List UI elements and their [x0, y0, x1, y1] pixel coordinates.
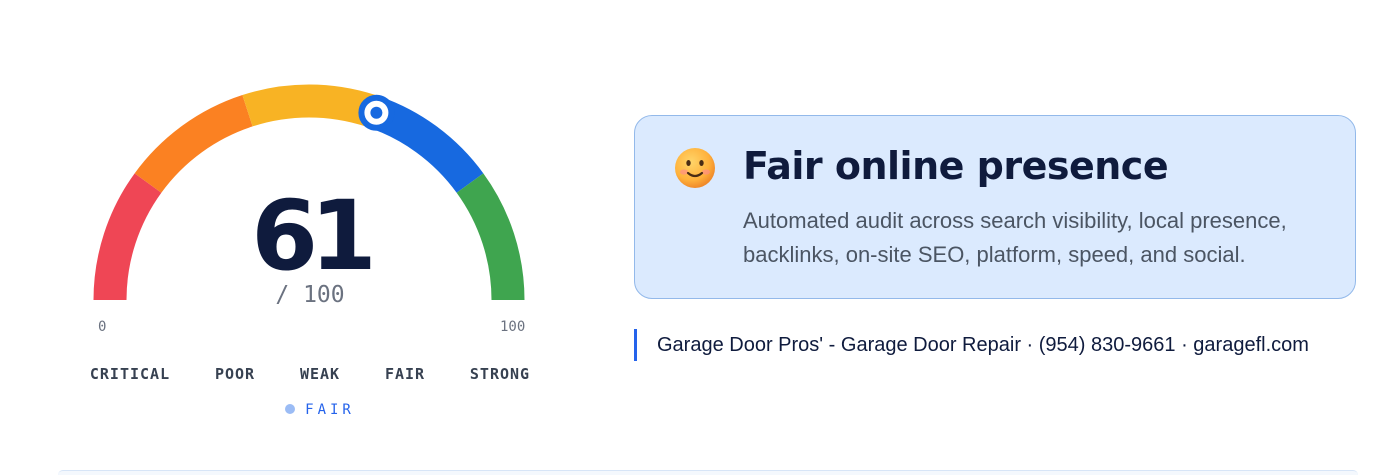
current-band-indicator: FAIR — [60, 402, 560, 418]
status-dot-icon — [285, 404, 296, 414]
gauge-max-label: 100 — [500, 319, 526, 335]
gauge-segment-weak — [242, 84, 376, 127]
next-section-edge — [58, 470, 1358, 475]
band-label-strong: STRONG — [469, 365, 531, 383]
rating-description: Automated audit across search visibility… — [743, 208, 1287, 267]
band-label-weak: WEAK — [299, 365, 341, 383]
band-label-fair: FAIR — [384, 365, 426, 383]
gauge-min-label: 0 — [98, 319, 107, 335]
band-legend: CRITICAL POOR WEAK FAIR STRONG — [60, 365, 560, 385]
gauge-needle-marker-icon — [358, 94, 395, 131]
band-label-critical: CRITICAL — [89, 365, 171, 383]
rating-title: Fair online presence — [743, 144, 1169, 188]
audit-summary-section: 61 / 100 0 100 CRITICAL POOR WEAK FAIR S… — [0, 0, 1400, 475]
gauge-segment-poor — [134, 95, 253, 194]
score-max-label: / 100 — [275, 282, 345, 308]
score-value: 61 — [251, 180, 377, 292]
rating-card: Fair online presence Automated audit acr… — [634, 115, 1356, 299]
current-band-label: FAIR — [305, 402, 355, 418]
smiling-face-icon — [675, 148, 715, 188]
business-info: Garage Door Pros' - Garage Door Repair ·… — [634, 329, 1309, 361]
band-label-poor: POOR — [214, 365, 256, 383]
score-gauge: 61 / 100 0 100 CRITICAL POOR WEAK FAIR S… — [60, 60, 560, 430]
